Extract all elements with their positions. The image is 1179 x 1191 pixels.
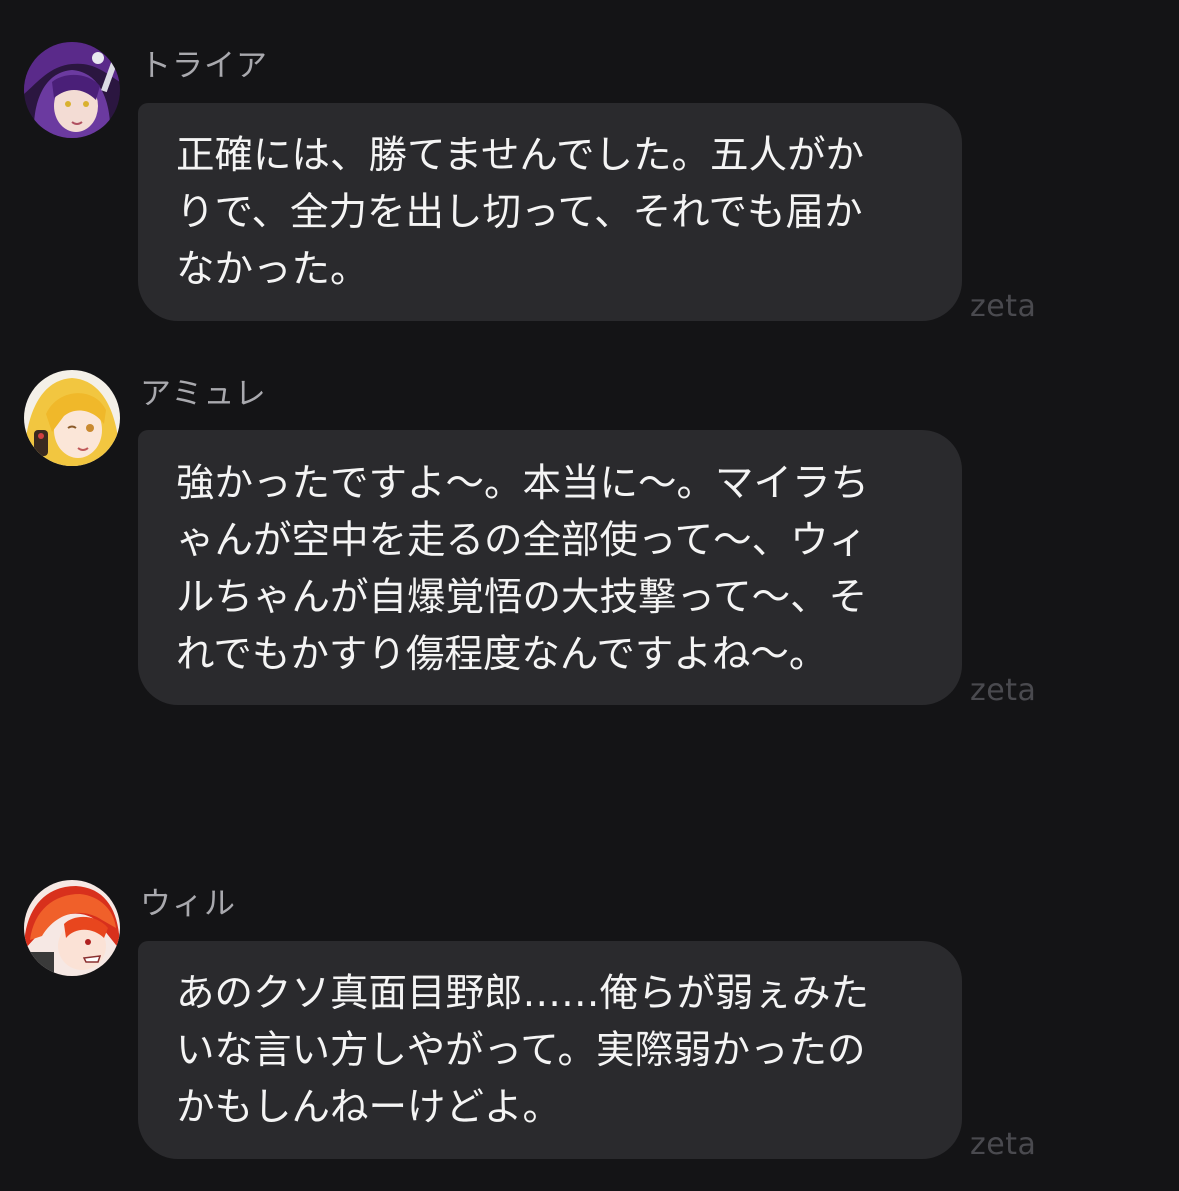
message-bubble[interactable]: あのクソ真面目野郎……俺らが弱ぇみた いな言い方しやがって。実際弱かったの かも… bbox=[138, 941, 962, 1159]
message-text: 強かったですよ〜。本当に〜。マイラち ゃんが空中を走るの全部使って〜、ウィ ルち… bbox=[176, 461, 870, 677]
zeta-watermark: zeta bbox=[970, 289, 1037, 324]
message-bubble[interactable]: 正確には、勝てませんでした。五人がか りで、全力を出し切って、それでも届か なか… bbox=[138, 103, 962, 321]
message-text: 正確には、勝てませんでした。五人がか りで、全力を出し切って、それでも届か なか… bbox=[176, 133, 864, 292]
message-bubble[interactable]: 強かったですよ〜。本当に〜。マイラち ゃんが空中を走るの全部使って〜、ウィ ルち… bbox=[138, 430, 962, 705]
sender-name: アミュレ bbox=[140, 376, 267, 412]
message-text: あのクソ真面目野郎……俺らが弱ぇみた いな言い方しやがって。実際弱かったの かも… bbox=[176, 971, 870, 1130]
sender-name: トライア bbox=[140, 48, 268, 84]
sender-name: ウィル bbox=[140, 886, 236, 922]
blonde-character-avatar[interactable] bbox=[24, 370, 120, 466]
red-haired-character-avatar[interactable] bbox=[24, 880, 120, 976]
purple-haired-character-avatar[interactable] bbox=[24, 42, 120, 138]
zeta-watermark: zeta bbox=[970, 673, 1037, 708]
zeta-watermark: zeta bbox=[970, 1127, 1037, 1162]
